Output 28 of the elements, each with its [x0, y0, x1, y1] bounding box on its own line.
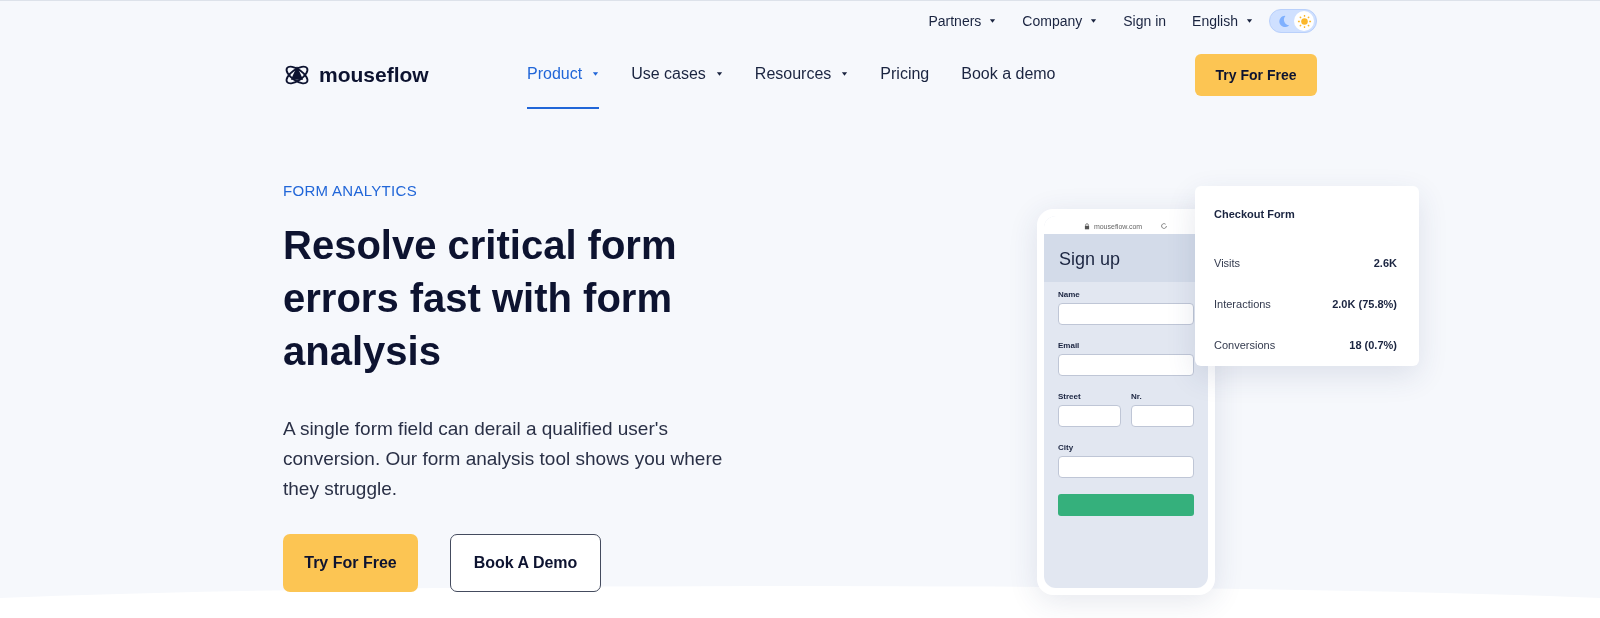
field-label: Nr.: [1131, 392, 1143, 401]
nav-item[interactable]: Pricing: [880, 41, 930, 109]
stat-label: Interactions: [1214, 297, 1271, 310]
card-title: Checkout Form: [1214, 208, 1296, 220]
logo-text[interactable]: mouseflow: [319, 63, 429, 87]
field-label: City: [1058, 443, 1075, 452]
try-free-button[interactable]: Try For Free: [1195, 54, 1317, 96]
stat-value: 2.6K: [1373, 256, 1397, 269]
hero-heading: Resolve critical form errors fast with form analysis: [283, 222, 678, 375]
try-free-button[interactable]: Try For Free: [283, 534, 418, 592]
top-link[interactable]: English: [1192, 13, 1253, 29]
nav-item[interactable]: Resources: [754, 41, 849, 109]
hero-text: A single form field can derail a qualified user's conversion. Our form analysis tool shows you where they struggle.: [283, 417, 724, 501]
nav-item[interactable]: Product: [527, 41, 600, 109]
top-link[interactable]: Partners: [928, 13, 997, 29]
nav-item[interactable]: Book a demo: [961, 41, 1056, 109]
section-label: FORM ANALYTICS: [283, 182, 418, 199]
field-label: Name: [1058, 290, 1081, 299]
stat-label: Visits: [1214, 256, 1241, 269]
top-link[interactable]: Sign in: [1123, 13, 1167, 29]
field-label: Email: [1058, 341, 1081, 350]
stat-label: Conversions: [1214, 338, 1276, 351]
stat-value: 2.0K (75.8%): [1332, 297, 1397, 310]
book-demo-button[interactable]: Book A Demo: [450, 534, 601, 592]
top-link[interactable]: Company: [1022, 13, 1098, 29]
nav-item[interactable]: Use cases: [631, 41, 723, 109]
field-label: Street: [1058, 392, 1082, 401]
stat-value: 18 (0.7%): [1349, 338, 1397, 351]
